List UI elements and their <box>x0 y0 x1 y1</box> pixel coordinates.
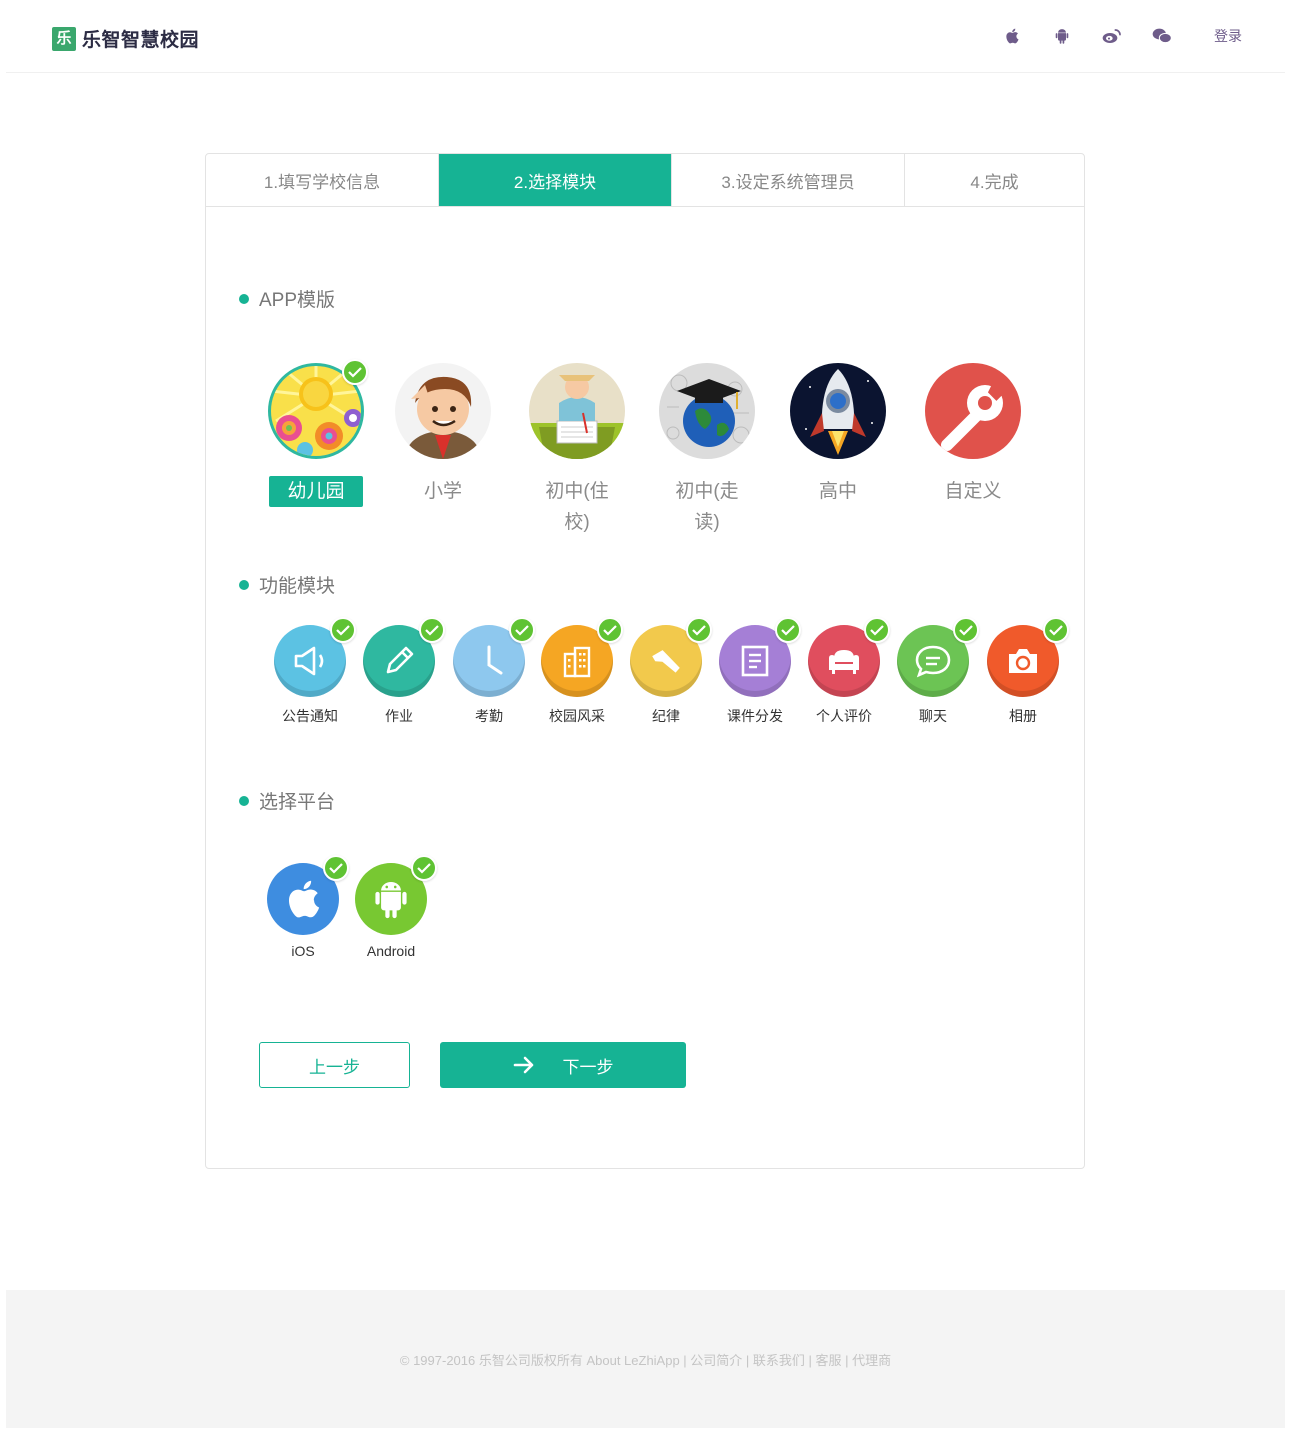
step-tab-school-info[interactable]: 1.填写学校信息 <box>206 154 439 206</box>
next-step-button[interactable]: 下一步 <box>440 1042 686 1088</box>
bullet-dot-icon <box>239 293 249 304</box>
high-school-icon <box>790 363 886 459</box>
weibo-icon[interactable] <box>1102 26 1122 46</box>
template-high-school[interactable]: 高中 <box>778 363 898 507</box>
selected-check-icon <box>1043 617 1069 643</box>
section-app-template: APP模版 <box>239 285 335 312</box>
selected-check-icon <box>864 617 890 643</box>
module-label: 个人评价 <box>816 708 872 724</box>
header-icon-bar: 登录 <box>1002 26 1285 46</box>
step-tab-complete[interactable]: 4.完成 <box>905 154 1084 206</box>
previous-step-button[interactable]: 上一步 <box>259 1042 410 1088</box>
selected-check-icon <box>686 617 712 643</box>
module-courseware[interactable]: 课件分发 <box>710 617 801 726</box>
template-label: 初中(住校) <box>545 481 609 533</box>
section-title-text: APP模版 <box>259 290 336 311</box>
selected-check-icon <box>342 359 368 385</box>
step-tab-set-admin[interactable]: 3.设定系统管理员 <box>672 154 905 206</box>
android-icon[interactable] <box>1052 26 1072 46</box>
apple-icon[interactable] <box>1002 26 1022 46</box>
arrow-right-icon <box>513 1056 535 1074</box>
custom-wrench-icon <box>925 363 1021 459</box>
previous-step-label: 上一步 <box>309 1057 360 1077</box>
selected-check-icon <box>419 617 445 643</box>
primary-school-icon <box>395 363 491 459</box>
module-label: 纪律 <box>652 708 680 724</box>
next-step-label: 下一步 <box>562 1057 614 1077</box>
logo-text: 乐智智慧校园 <box>82 30 200 51</box>
section-title-text: 选择平台 <box>259 792 336 813</box>
selected-check-icon <box>330 617 356 643</box>
template-label: 初中(走读) <box>675 481 739 533</box>
wechat-icon[interactable] <box>1152 26 1172 46</box>
module-label: 聊天 <box>919 708 947 724</box>
template-label: 高中 <box>818 481 857 502</box>
middle-school-day-icon <box>659 363 755 459</box>
setup-card: 1.填写学校信息 2.选择模块 3.设定系统管理员 4.完成 APP模版 幼儿园… <box>205 153 1085 1169</box>
module-album[interactable]: 相册 <box>978 617 1069 726</box>
section-title-text: 功能模块 <box>259 576 336 597</box>
module-personal-evaluation[interactable]: 个人评价 <box>799 617 890 726</box>
step-tab-select-module[interactable]: 2.选择模块 <box>439 154 672 206</box>
selected-check-icon <box>953 617 979 643</box>
template-middle-school-boarding[interactable]: 初中(住校) <box>517 363 637 533</box>
middle-school-boarding-icon <box>529 363 625 459</box>
module-label: 校园风采 <box>549 708 605 724</box>
top-header: 乐 乐智智慧校园 登录 <box>6 0 1285 73</box>
platform-ios[interactable]: iOS <box>258 855 349 959</box>
step-tabs: 1.填写学校信息 2.选择模块 3.设定系统管理员 4.完成 <box>206 154 1084 207</box>
template-label: 自定义 <box>944 481 1002 502</box>
footer-text: © 1997-2016 乐智公司版权所有 About LeZhiApp | 公司… <box>399 1352 892 1368</box>
logo-mark-icon: 乐 <box>52 26 76 51</box>
template-primary-school[interactable]: 小学 <box>383 363 503 507</box>
platform-android[interactable]: Android <box>346 855 437 959</box>
template-label: 小学 <box>423 481 462 502</box>
module-attendance[interactable]: 考勤 <box>444 617 535 726</box>
section-function-module: 功能模块 <box>239 571 335 598</box>
footer: © 1997-2016 乐智公司版权所有 About LeZhiApp | 公司… <box>6 1290 1285 1428</box>
platform-label: Android <box>366 943 416 959</box>
selected-check-icon <box>411 855 437 881</box>
platform-label: iOS <box>291 943 315 959</box>
bullet-dot-icon <box>239 579 249 590</box>
template-custom[interactable]: 自定义 <box>913 363 1033 507</box>
template-middle-school-day[interactable]: 初中(走读) <box>647 363 767 533</box>
template-kindergarten[interactable]: 幼儿园 <box>256 359 376 507</box>
module-label: 考勤 <box>475 708 503 724</box>
selected-check-icon <box>597 617 623 643</box>
module-campus-style[interactable]: 校园风采 <box>532 617 623 726</box>
module-label: 课件分发 <box>727 708 783 724</box>
bullet-dot-icon <box>239 795 249 806</box>
login-link[interactable]: 登录 <box>1214 26 1242 46</box>
module-chat[interactable]: 聊天 <box>888 617 979 726</box>
section-platform: 选择平台 <box>239 787 335 814</box>
module-label: 作业 <box>385 708 413 724</box>
module-announcement[interactable]: 公告通知 <box>265 617 356 726</box>
module-label: 相册 <box>1009 708 1037 724</box>
selected-check-icon <box>775 617 801 643</box>
template-label: 幼儿园 <box>269 476 363 507</box>
logo[interactable]: 乐 乐智智慧校园 <box>52 25 199 52</box>
module-homework[interactable]: 作业 <box>354 617 445 726</box>
module-label: 公告通知 <box>282 708 338 724</box>
module-discipline[interactable]: 纪律 <box>621 617 712 726</box>
